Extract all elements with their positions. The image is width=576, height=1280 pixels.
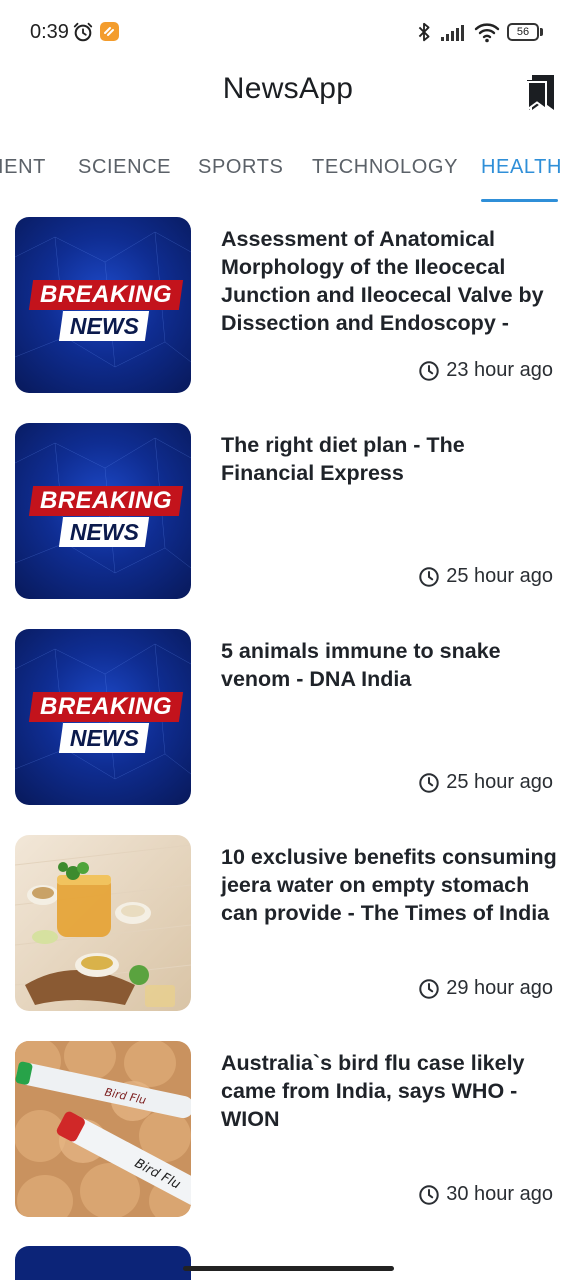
article-time-label: 25 hour ago bbox=[446, 771, 553, 793]
category-tabs: IENT SCIENCE SPORTS TECHNOLOGY HEALTH bbox=[0, 140, 576, 204]
article-headline[interactable]: Assessment of Anatomical Morphology of t… bbox=[221, 225, 557, 337]
battery-icon: 56 bbox=[507, 23, 543, 41]
article-time: 30 hour ago bbox=[418, 1183, 553, 1206]
clock-icon bbox=[419, 566, 439, 587]
bookmark-icon[interactable] bbox=[522, 72, 560, 114]
article-time: 23 hour ago bbox=[418, 359, 553, 382]
signal-icon bbox=[441, 25, 464, 41]
thumb-news-text: NEWS bbox=[69, 312, 139, 339]
breaking-news-image: BREAKING NEWS bbox=[15, 217, 191, 393]
article-headline[interactable]: The right diet plan - The Financial Expr… bbox=[221, 431, 557, 487]
article-time: 25 hour ago bbox=[418, 771, 553, 794]
article-headline[interactable]: 5 animals immune to snake venom - DNA In… bbox=[221, 637, 557, 693]
tab-entertainment[interactable]: IENT bbox=[0, 156, 46, 179]
thumb-breaking-text: BREAKING bbox=[39, 487, 172, 514]
wifi-icon bbox=[474, 23, 500, 43]
breaking-news-image: BREAKING NEWS bbox=[15, 629, 191, 805]
jeera-water-photo bbox=[15, 835, 191, 1011]
bird-flu-eggs-photo: Bird Flu Bird Flu bbox=[15, 1041, 191, 1217]
thumb-news-text: NEWS bbox=[69, 724, 139, 751]
tab-sports[interactable]: SPORTS bbox=[198, 156, 283, 179]
article-headline[interactable]: Australia`s bird flu case likely came fr… bbox=[221, 1049, 557, 1133]
tab-science[interactable]: SCIENCE bbox=[78, 156, 171, 179]
article-card[interactable]: BREAKING NEWS Assessment of Anatomical M… bbox=[0, 217, 576, 397]
article-card[interactable]: 10 exclusive benefits consuming jeera wa… bbox=[0, 835, 576, 1015]
thumb-breaking-text: BREAKING bbox=[39, 281, 172, 308]
article-card[interactable]: BREAKING NEWS 5 animals immune to snake … bbox=[0, 629, 576, 809]
thumb-news-text: NEWS bbox=[69, 518, 139, 545]
article-time-label: 23 hour ago bbox=[446, 359, 553, 381]
clock-icon bbox=[419, 978, 439, 999]
article-headline[interactable]: 10 exclusive benefits consuming jeera wa… bbox=[221, 843, 557, 927]
tab-health[interactable]: HEALTH bbox=[481, 156, 562, 179]
article-card[interactable]: Bird Flu Bird Flu Australia`s bird flu c… bbox=[0, 1041, 576, 1221]
tab-indicator bbox=[481, 199, 558, 202]
bluetooth-icon bbox=[418, 22, 430, 42]
article-card[interactable]: BREAKING NEWS The right diet plan - The … bbox=[0, 423, 576, 603]
article-card-peek[interactable] bbox=[15, 1246, 191, 1280]
thumb-breaking-text: BREAKING bbox=[39, 693, 172, 720]
status-bar: 0:39 56 bbox=[0, 0, 576, 64]
article-time-label: 29 hour ago bbox=[446, 977, 553, 999]
battery-level: 56 bbox=[507, 23, 539, 41]
tab-technology[interactable]: TECHNOLOGY bbox=[312, 156, 458, 179]
app-title: NewsApp bbox=[222, 72, 354, 105]
article-time-label: 25 hour ago bbox=[446, 565, 553, 587]
status-time: 0:39 bbox=[30, 21, 69, 43]
clock-icon bbox=[419, 360, 439, 381]
app-notification-icon bbox=[100, 22, 119, 41]
article-time: 29 hour ago bbox=[418, 977, 553, 1000]
article-time: 25 hour ago bbox=[418, 565, 553, 588]
home-indicator[interactable] bbox=[183, 1266, 394, 1271]
clock-icon bbox=[419, 1184, 439, 1205]
alarm-icon bbox=[73, 22, 93, 42]
breaking-news-image: BREAKING NEWS bbox=[15, 423, 191, 599]
article-time-label: 30 hour ago bbox=[446, 1183, 553, 1205]
clock-icon bbox=[419, 772, 439, 793]
